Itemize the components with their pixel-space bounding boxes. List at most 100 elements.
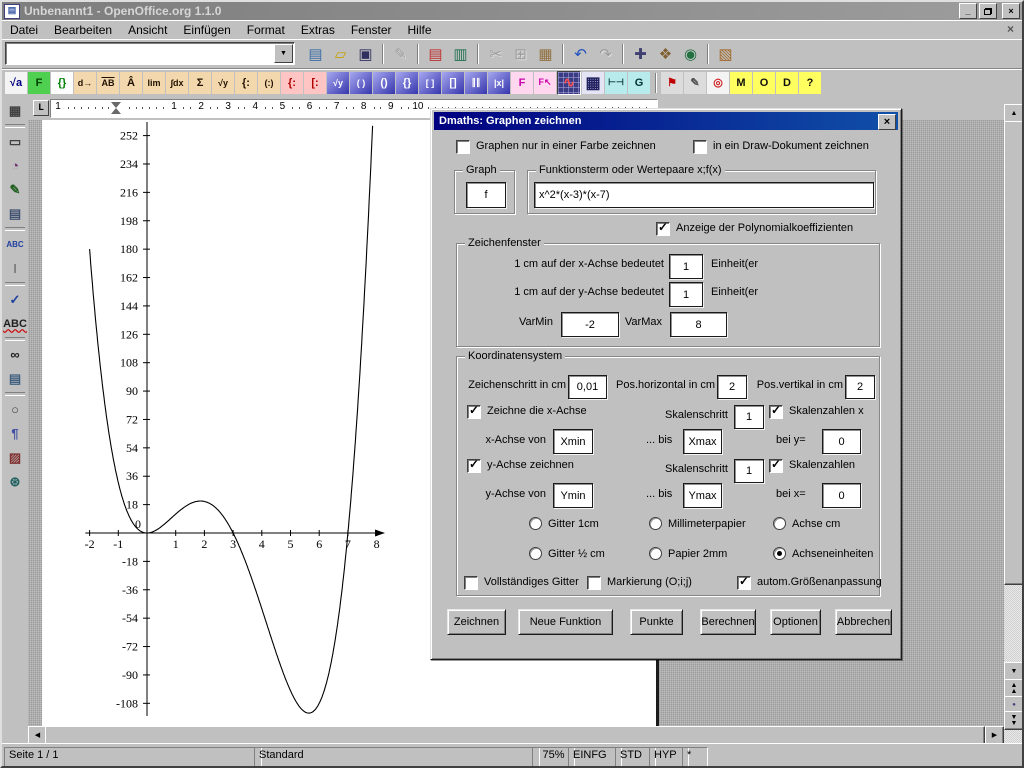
dm-brace-red-icon[interactable]: {: xyxy=(281,72,303,94)
cut-icon[interactable]: ✂ xyxy=(483,42,508,66)
online-layout-icon[interactable]: ⊛ xyxy=(3,470,27,493)
x-unit-field[interactable]: 1 xyxy=(669,254,703,279)
dm-D-icon[interactable]: D xyxy=(776,72,798,94)
bei-y-field[interactable]: 0 xyxy=(822,429,861,454)
dm-braces-blue-icon[interactable]: {} xyxy=(396,72,418,94)
tab-type-button[interactable]: L xyxy=(33,100,49,116)
insert-mode[interactable]: EINFG xyxy=(568,747,622,768)
neue-funktion-button[interactable]: Neue Funktion xyxy=(518,609,613,635)
dm-braces-green-icon[interactable]: {} xyxy=(51,72,73,94)
radio-millimeterpapier[interactable]: Millimeterpapier xyxy=(649,517,746,530)
checkbox-one-color[interactable]: Graphen nur in einer Farbe zeichnen xyxy=(456,140,656,154)
find-icon[interactable]: ∞ xyxy=(3,343,27,366)
vertical-scroll-thumb[interactable] xyxy=(1004,121,1024,585)
punkte-button[interactable]: Punkte xyxy=(630,609,683,635)
indent-marker[interactable] xyxy=(111,102,121,114)
dm-bracket-wide-icon[interactable]: [ ] xyxy=(419,72,441,94)
draw-functions-icon[interactable]: ✎ xyxy=(3,178,27,201)
insert-table-icon[interactable]: ▦ xyxy=(3,99,27,122)
direct-cursor-icon[interactable]: I xyxy=(3,257,27,280)
dm-brace-colon-icon[interactable]: {: xyxy=(235,72,257,94)
dm-pencil-icon[interactable]: ✎ xyxy=(684,72,706,94)
dm-overline-icon[interactable]: AB xyxy=(97,72,119,94)
radio-achseneinheiten[interactable]: Achseneinheiten xyxy=(773,547,873,560)
dm-root-blue-icon[interactable]: √y xyxy=(327,72,349,94)
dm-vector-icon[interactable]: d→ xyxy=(74,72,96,94)
insert-form-icon[interactable]: ▤ xyxy=(3,202,27,225)
export-pdf-icon[interactable]: ▤ xyxy=(423,42,448,66)
dm-bracket-red-icon[interactable]: [: xyxy=(304,72,326,94)
graph-name-field[interactable]: f xyxy=(466,182,506,208)
copy-icon[interactable]: ⊞ xyxy=(508,42,533,66)
dm-O-icon[interactable]: O xyxy=(753,72,775,94)
radio-achse-cm[interactable]: Achse cm xyxy=(773,517,840,530)
radio-gitter-1cm[interactable]: Gitter 1cm xyxy=(529,517,599,530)
dm-function-pointer-icon[interactable]: F↖ xyxy=(534,72,556,94)
horizontal-scrollbar[interactable]: ◀ ▶ xyxy=(28,726,1004,744)
dm-hat-icon[interactable]: Â xyxy=(120,72,142,94)
page-style[interactable]: Standard xyxy=(254,747,540,768)
skalenschritt-x-field[interactable]: 1 xyxy=(734,405,764,429)
vertical-scrollbar[interactable]: ▲ ▼ ▲▲ ● ▼▼ xyxy=(1004,104,1022,744)
bei-x-field[interactable]: 0 xyxy=(822,483,861,508)
checkbox-skalenzahlen-y[interactable]: Skalenzahlen xyxy=(769,459,855,473)
open-icon[interactable]: ▱ xyxy=(328,42,353,66)
navigator-icon[interactable]: ✚ xyxy=(628,42,653,66)
checkbox-vollstaendiges-gitter[interactable]: Vollständiges Gitter xyxy=(464,576,579,590)
checkbox-markierung[interactable]: Markierung (O;i;j) xyxy=(587,576,692,590)
checkbox-draw-x-axis[interactable]: Zeichne die x-Achse xyxy=(467,405,587,419)
checkbox-autosize[interactable]: autom.Größenanpassung xyxy=(737,576,882,590)
menu-item[interactable]: Datei xyxy=(2,21,46,39)
new-document-icon[interactable]: ▤ xyxy=(303,42,328,66)
window-titlebar[interactable]: ▤ Unbenannt1 - OpenOffice.org 1.1.0 _ × xyxy=(2,2,1022,20)
gallery-icon[interactable]: ▧ xyxy=(713,42,738,66)
x-von-field[interactable]: Xmin xyxy=(553,429,593,454)
images-onoff-icon[interactable]: ▨ xyxy=(3,446,27,469)
autotext-icon[interactable]: ABC xyxy=(3,233,27,256)
pos-horizontal-field[interactable]: 2 xyxy=(717,375,747,399)
dm-target-icon[interactable]: ◎ xyxy=(707,72,729,94)
redo-icon[interactable]: ↷ xyxy=(593,42,618,66)
document-close-button[interactable]: × xyxy=(1004,22,1017,35)
checkbox-skalenzahlen-x[interactable]: Skalenzahlen x xyxy=(769,405,864,419)
radio-papier-2mm[interactable]: Papier 2mm xyxy=(649,547,727,560)
menu-item[interactable]: Bearbeiten xyxy=(46,21,120,39)
checkbox-draw-document[interactable]: in ein Draw-Dokument zeichnen xyxy=(693,140,869,154)
insert-chart-icon[interactable]: ◔ xyxy=(3,154,27,177)
edit-file-icon[interactable]: ✎ xyxy=(388,42,413,66)
dialog-titlebar[interactable]: Dmaths: Graphen zeichnen xyxy=(434,112,898,130)
varmax-field[interactable]: 8 xyxy=(670,312,727,337)
paste-icon[interactable]: ▦ xyxy=(533,42,558,66)
dm-paren-colon-icon[interactable]: (:) xyxy=(258,72,280,94)
undo-icon[interactable]: ↶ xyxy=(568,42,593,66)
zeichnen-button[interactable]: Zeichnen xyxy=(447,609,506,635)
modified-flag[interactable]: * xyxy=(682,747,708,768)
dm-bracket-icon[interactable]: [] xyxy=(442,72,464,94)
stylist-icon[interactable]: ❖ xyxy=(653,42,678,66)
zeichenschritt-field[interactable]: 0,01 xyxy=(568,375,607,399)
dm-paren-icon[interactable]: () xyxy=(373,72,395,94)
optionen-button[interactable]: Optionen xyxy=(770,609,821,635)
y-von-field[interactable]: Ymin xyxy=(553,483,593,508)
data-sources-icon[interactable]: ▤ xyxy=(3,367,27,390)
zoom-icon[interactable]: ○ xyxy=(3,398,27,421)
dm-flag-icon[interactable]: ⚑ xyxy=(661,72,683,94)
dm-function-pink-icon[interactable]: F xyxy=(511,72,533,94)
checkbox-polynomial-coefficients[interactable]: Anzeige der Polynomialkoeffizienten xyxy=(656,222,853,236)
menu-item[interactable]: Einfügen xyxy=(175,21,238,39)
combo-dropdown-button[interactable]: ▼ xyxy=(274,44,293,63)
minimize-button[interactable]: _ xyxy=(959,3,977,19)
page-indicator[interactable]: Seite 1 / 1 xyxy=(4,747,262,768)
nonprinting-chars-icon[interactable]: ¶ xyxy=(3,422,27,445)
dm-integral-icon[interactable]: ∫dx xyxy=(166,72,188,94)
checkbox-draw-y-axis[interactable]: y-Achse zeichnen xyxy=(467,459,574,473)
next-page-button[interactable]: ▼▼ xyxy=(1004,711,1024,730)
berechnen-button[interactable]: Berechnen xyxy=(700,609,756,635)
dm-M-icon[interactable]: M xyxy=(730,72,752,94)
dm-paren-wide-icon[interactable]: ( ) xyxy=(350,72,372,94)
radio-gitter-halb-cm[interactable]: Gitter ½ cm xyxy=(529,547,605,560)
function-term-field[interactable]: x^2*(x-3)*(x-7) xyxy=(534,182,874,208)
print-icon[interactable]: ▥ xyxy=(448,42,473,66)
menu-item[interactable]: Ansicht xyxy=(120,21,175,39)
dm-grid-icon[interactable]: ▦ xyxy=(582,72,604,94)
